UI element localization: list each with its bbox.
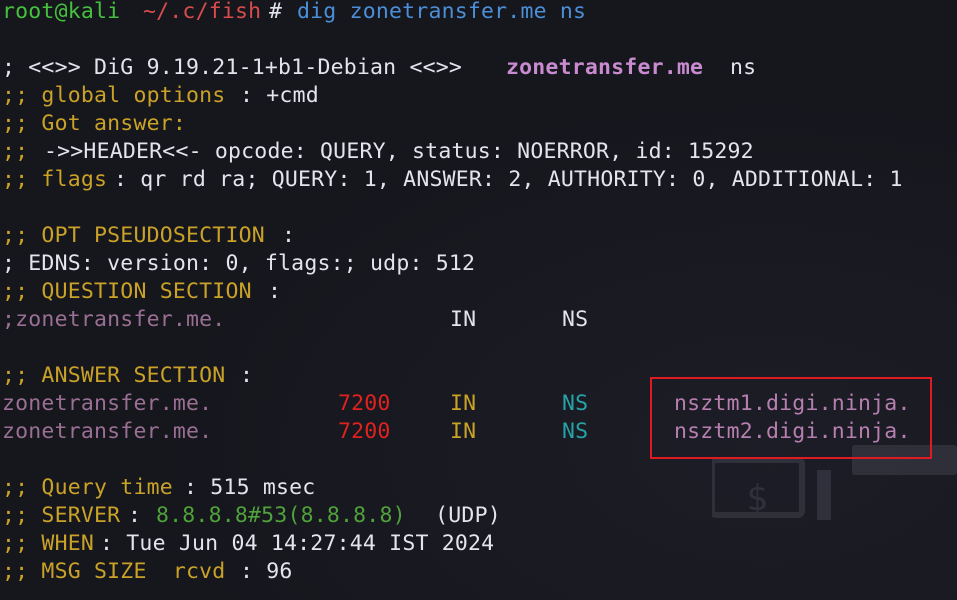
answer-ttl: 7200 (338, 391, 391, 416)
answer-record: zonetransfer.me. 7200 IN NS nsztm1.digi.… (2, 390, 910, 418)
answer-section-colon: : (240, 363, 254, 388)
query-time-value: : 515 msec (184, 475, 316, 500)
answer-name: zonetransfer.me. (2, 391, 213, 416)
flags-line: ;; flags : qr rd ra; QUERY: 1, ANSWER: 2… (2, 166, 902, 194)
answer-ttl: 7200 (338, 419, 391, 444)
flags-label: ;; flags (2, 167, 108, 192)
global-options-label: ;; global options (2, 83, 226, 108)
when-label: ;; WHEN (2, 531, 95, 556)
got-answer-line: ;; Got answer: (2, 111, 187, 136)
global-options-value: : +cmd (240, 83, 319, 108)
server-proto: (UDP) (422, 503, 501, 528)
banner-prefix: ; <<>> DiG 9.19.21-1+b1-Debian <<>> (2, 55, 463, 80)
header-line: ;; ->>HEADER<<- opcode: QUERY, status: N… (2, 138, 754, 166)
answer-type: NS (562, 391, 589, 416)
answer-record: zonetransfer.me. 7200 IN NS nsztm2.digi.… (2, 418, 910, 446)
msg-size-line: ;; MSG SIZE rcvd : 96 (2, 558, 292, 586)
opt-section-colon: : (282, 223, 296, 248)
answer-section-label: ;; ANSWER SECTION (2, 363, 226, 388)
question-name: ;zonetransfer.me. (2, 307, 226, 332)
svg-text:$: $ (746, 478, 768, 519)
question-section-label: ;; QUESTION SECTION (2, 279, 252, 304)
question-class: IN (450, 307, 477, 332)
dig-banner: ; <<>> DiG 9.19.21-1+b1-Debian <<>> zone… (2, 54, 756, 82)
opt-section-line: ;; OPT PSEUDOSECTION : (2, 222, 295, 250)
query-time-line: ;; Query time : 515 msec (2, 474, 315, 502)
answer-class: IN (450, 419, 477, 444)
prompt-path: ~/.c/fish (143, 0, 262, 24)
header-text: ->>HEADER<<- opcode: QUERY, status: NOER… (44, 139, 754, 164)
prompt-symbol: # (269, 0, 283, 24)
server-label: ;; SERVER (2, 503, 121, 528)
answer-section-line: ;; ANSWER SECTION : (2, 362, 253, 390)
flags-value: : qr rd ra; QUERY: 1, ANSWER: 2, AUTHORI… (114, 167, 903, 192)
global-options-line: ;; global options : +cmd (2, 82, 319, 110)
question-section-colon: : (268, 279, 282, 304)
query-time-label: ;; Query time (2, 475, 173, 500)
question-record: ;zonetransfer.me. IN NS (2, 306, 588, 334)
answer-type: NS (562, 419, 589, 444)
prompt-line: root@kali ~/.c/fish # dig zonetransfer.m… (2, 0, 586, 26)
msg-size-label: ;; MSG SIZE rcvd (2, 559, 226, 584)
question-section-line: ;; QUESTION SECTION : (2, 278, 281, 306)
terminal-window[interactable]: root@kali ~/.c/fish # dig zonetransfer.m… (0, 0, 957, 600)
banner-domain: zonetransfer.me (506, 55, 704, 80)
banner-suffix: ns (730, 55, 757, 80)
when-value: : Tue Jun 04 14:27:44 IST 2024 (100, 531, 495, 556)
when-line: ;; WHEN : Tue Jun 04 14:27:44 IST 2024 (2, 530, 494, 558)
msg-size-value: : 96 (240, 559, 293, 584)
server-line: ;; SERVER : 8.8.8.8#53(8.8.8.8) (UDP) (2, 502, 501, 530)
answer-name: zonetransfer.me. (2, 419, 213, 444)
command-text: dig zonetransfer.me ns (297, 0, 587, 24)
header-prefix: ;; (2, 139, 29, 164)
server-colon: : (128, 503, 142, 528)
server-ip: 8.8.8.8#53(8.8.8.8) (156, 503, 406, 528)
opt-section-label: ;; OPT PSEUDOSECTION (2, 223, 265, 248)
edns-line: ; EDNS: version: 0, flags:; udp: 512 (2, 251, 476, 276)
answer-class: IN (450, 391, 477, 416)
question-type: NS (562, 307, 589, 332)
answer-highlight-box (650, 377, 932, 459)
prompt-user: root@kali (2, 0, 121, 24)
